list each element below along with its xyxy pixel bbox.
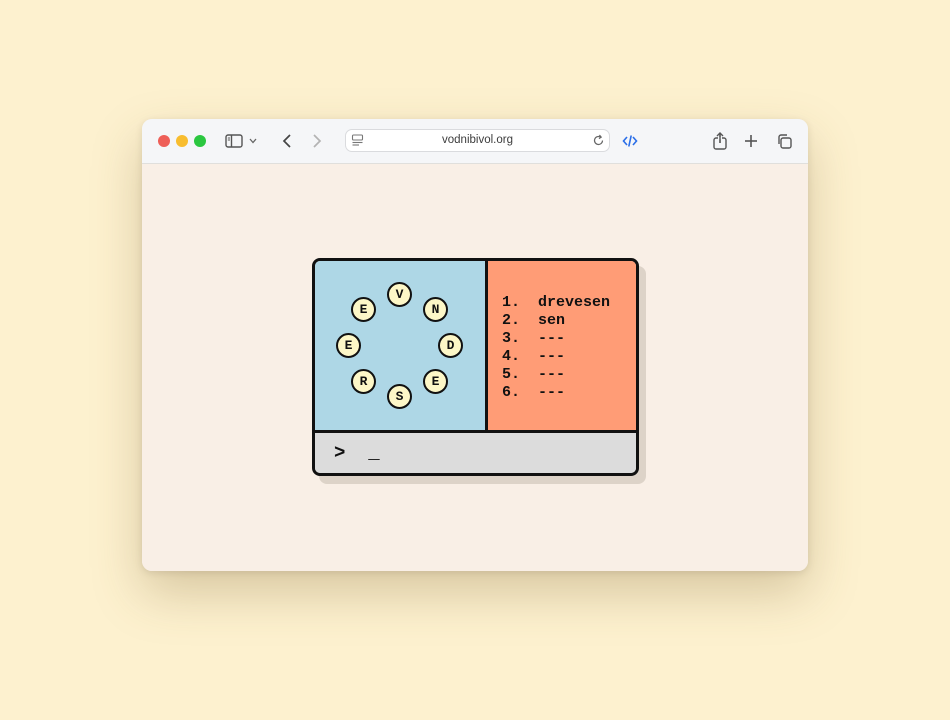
chevron-right-icon[interactable]: [306, 130, 328, 152]
chevron-down-icon[interactable]: [246, 130, 260, 152]
word-slot: 3. ---: [502, 330, 566, 347]
word-slot: 6. ---: [502, 384, 566, 401]
words-panel: 1. drevesen 2. sen 3. --- 4. --- 5. --- …: [488, 261, 636, 433]
chevron-left-icon[interactable]: [276, 130, 298, 152]
reload-icon[interactable]: [592, 134, 605, 152]
sidebar-icon[interactable]: [223, 130, 245, 152]
letter-tile[interactable]: E: [351, 297, 376, 322]
plus-icon[interactable]: [740, 130, 762, 152]
letter-tile[interactable]: S: [387, 384, 412, 409]
address-url: vodnibivol.org: [442, 134, 513, 146]
letter-tile[interactable]: R: [351, 369, 376, 394]
letter-tile[interactable]: E: [423, 369, 448, 394]
found-words-list: 1. drevesen 2. sen 3. --- 4. --- 5. --- …: [502, 294, 610, 402]
input-prompt[interactable]: > _: [315, 433, 636, 473]
page-content: V N D E S R E E 1. drevesen 2. sen 3. --…: [142, 164, 808, 571]
word-slot: 4. ---: [502, 348, 566, 365]
address-bar[interactable]: vodnibivol.org: [345, 129, 610, 152]
letter-tile[interactable]: V: [387, 282, 412, 307]
letters-panel: V N D E S R E E: [315, 261, 488, 433]
word-slot: 5. ---: [502, 366, 566, 383]
word-slot: 1. drevesen: [502, 294, 611, 311]
word-game: V N D E S R E E 1. drevesen 2. sen 3. --…: [312, 258, 639, 476]
letter-tile[interactable]: E: [336, 333, 361, 358]
browser-toolbar: vodnibivol.org: [142, 119, 808, 164]
letter-tile[interactable]: D: [438, 333, 463, 358]
tab-overview-icon[interactable]: [773, 130, 795, 152]
prompt-text: > _: [334, 442, 380, 464]
zoom-window-button[interactable]: [194, 135, 206, 147]
letter-tile[interactable]: N: [423, 297, 448, 322]
close-window-button[interactable]: [158, 135, 170, 147]
share-icon[interactable]: [709, 130, 731, 152]
minimize-window-button[interactable]: [176, 135, 188, 147]
code-icon[interactable]: [619, 130, 641, 152]
word-slot: 2. sen: [502, 312, 566, 329]
browser-window: vodnibivol.org V N D E S R E E 1. dreves…: [142, 119, 808, 571]
